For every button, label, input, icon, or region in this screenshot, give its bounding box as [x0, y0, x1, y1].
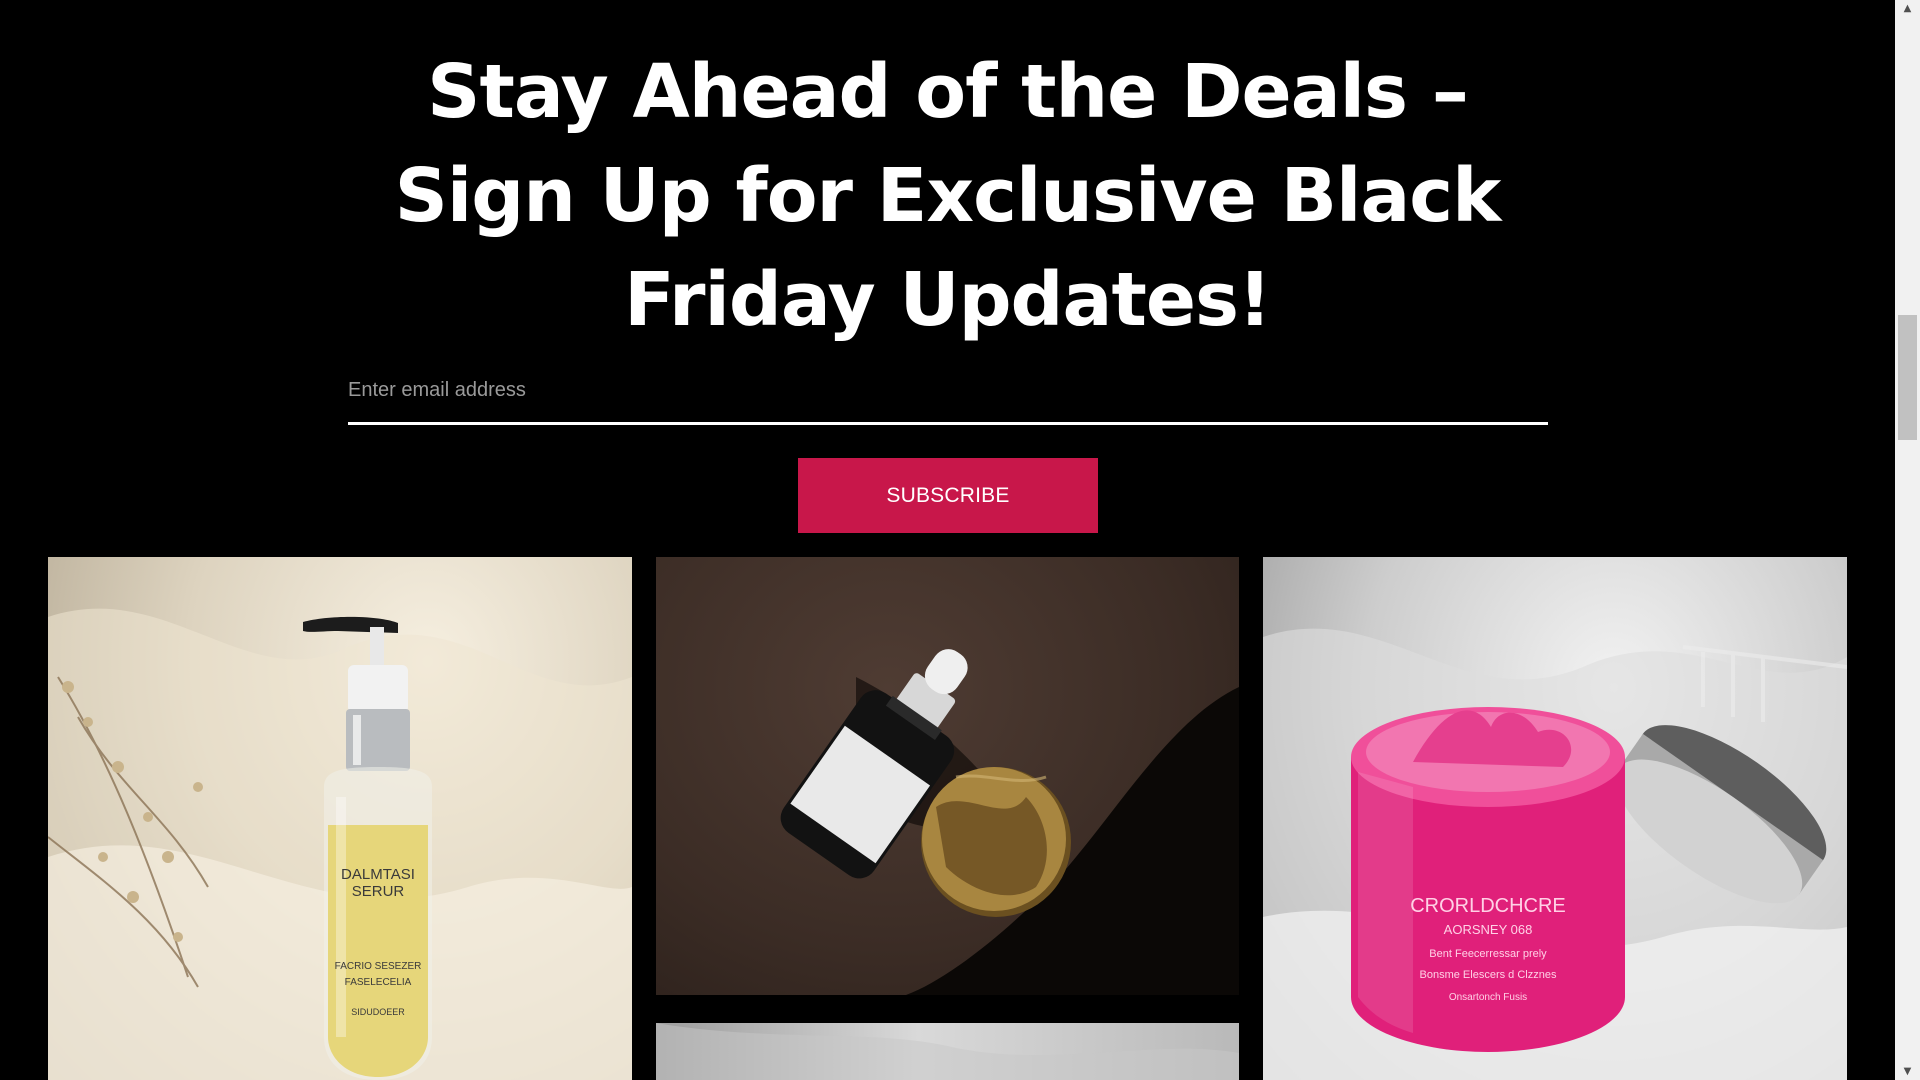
dropper-bottle-image — [780, 649, 1239, 995]
vertical-scrollbar[interactable]: ▲ ▼ — [1895, 0, 1920, 1080]
cream-label-line5: Onsartonch Fusis — [1449, 992, 1527, 1003]
pink-cream-jar-image: CRORLDCHCRE AORSNEY 068 Bent Feecerressa… — [1263, 628, 1847, 1080]
serum-label-line5: SIDUDOEER — [351, 1007, 405, 1017]
scroll-thumb[interactable] — [1898, 315, 1917, 440]
cream-label-line1: CRORLDCHCRE — [1410, 895, 1566, 917]
email-field-wrapper — [348, 360, 1548, 425]
scroll-down-arrow-icon[interactable]: ▼ — [1895, 1063, 1920, 1080]
email-input[interactable] — [348, 366, 1548, 414]
serum-label-line2: SERUR — [352, 883, 405, 900]
serum-label-line4: FASELECELIA — [345, 977, 412, 988]
cream-label-line2: AORSNEY 068 — [1444, 922, 1533, 937]
newsletter-headline: Stay Ahead of the Deals – Sign Up for Ex… — [0, 40, 1895, 352]
headline-line-3: Friday Updates! — [624, 257, 1272, 343]
newsletter-page: Stay Ahead of the Deals – Sign Up for Ex… — [0, 0, 1920, 1080]
headline-line-1: Stay Ahead of the Deals – — [427, 49, 1469, 135]
product-image-cream[interactable]: CRORLDCHCRE AORSNEY 068 Bent Feecerressa… — [1263, 557, 1847, 1080]
scroll-up-arrow-icon[interactable]: ▲ — [1895, 0, 1920, 17]
subscribe-button[interactable]: SUBSCRIBE — [798, 458, 1098, 533]
product-image-dropper[interactable] — [656, 557, 1239, 995]
cream-label-line3: Bent Feecerressar prely — [1429, 948, 1547, 960]
product-image-serum[interactable]: DALMTASI SERUR FACRIO SESEZER FASELECELI… — [48, 557, 632, 1080]
headline-line-2: Sign Up for Exclusive Black — [394, 153, 1502, 239]
product-image-partial[interactable] — [656, 1023, 1239, 1080]
serum-label-line3: FACRIO SESEZER — [335, 961, 422, 972]
product-photo-partial — [656, 1023, 1239, 1080]
serum-label-line1: DALMTASI — [341, 866, 415, 883]
cream-label-line4: Bonsme Elescers d Clzznes — [1420, 969, 1557, 981]
serum-pump-bottle-image: DALMTASI SERUR FACRIO SESEZER FASELECELI… — [48, 608, 632, 1080]
